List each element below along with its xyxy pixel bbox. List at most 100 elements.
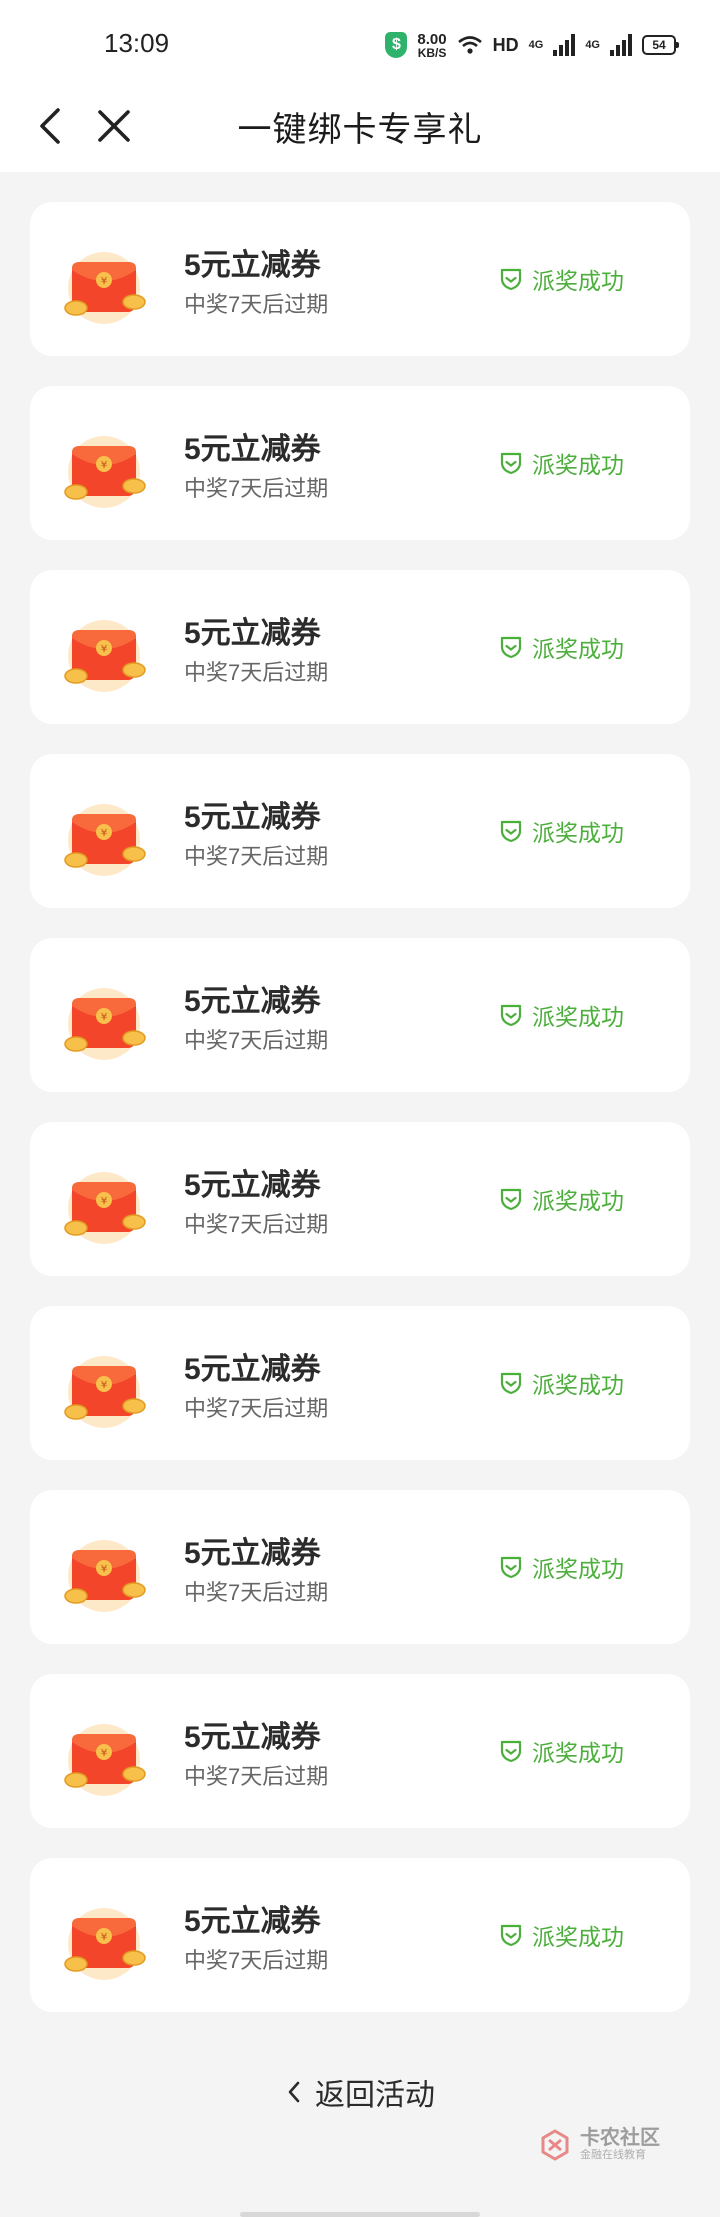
red-envelope-icon: ¥ [64,1724,146,1796]
reward-title: 5元立减券 [184,1169,321,1202]
reward-status: 派奖成功 [498,446,624,480]
status-text: 派奖成功 [532,1740,624,1766]
red-envelope-icon: ¥ [64,988,146,1060]
reward-card[interactable]: ¥ 5元立减券 中奖7天后过期 派奖成功 [30,1490,690,1644]
reward-card[interactable]: ¥ 5元立减券 中奖7天后过期 派奖成功 [30,938,690,1092]
svg-text:¥: ¥ [101,1932,107,1943]
reward-card[interactable]: ¥ 5元立减券 中奖7天后过期 派奖成功 [30,1858,690,2012]
battery-icon: 54 [642,35,679,55]
reward-status: 派奖成功 [498,1182,624,1216]
home-indicator[interactable] [240,2212,480,2217]
watermark-subtitle: 金融在线教育 [580,2149,646,2161]
signal-2-icon [610,34,632,56]
reward-card[interactable]: ¥ 5元立减券 中奖7天后过期 派奖成功 [30,1306,690,1460]
reward-expiry: 中奖7天后过期 [184,1764,329,1789]
status-text: 派奖成功 [532,1924,624,1950]
reward-card[interactable]: ¥ 5元立减券 中奖7天后过期 派奖成功 [30,754,690,908]
reward-expiry: 中奖7天后过期 [184,844,329,869]
reward-status: 派奖成功 [498,630,624,664]
red-envelope-icon: ¥ [64,436,146,508]
success-shield-icon [500,452,522,475]
nav-bar: 一键绑卡专享礼 [0,84,720,172]
red-envelope-icon: ¥ [64,804,146,876]
red-envelope-icon: ¥ [64,1908,146,1980]
status-text: 派奖成功 [532,1004,624,1030]
success-shield-icon [500,1372,522,1395]
watermark-title: 卡农社区 [580,2127,660,2149]
status-text: 派奖成功 [532,452,624,478]
status-time: 13:09 [104,28,170,58]
status-text: 派奖成功 [532,1372,624,1398]
reward-title: 5元立减券 [184,433,321,466]
reward-card[interactable]: ¥ 5元立减券 中奖7天后过期 派奖成功 [30,570,690,724]
signal-2-label: 4G [585,39,600,51]
success-shield-icon [500,268,522,291]
svg-text:¥: ¥ [101,1012,107,1023]
red-envelope-icon: ¥ [64,1540,146,1612]
success-shield-icon [500,820,522,843]
hd-label: HD [492,34,519,55]
status-icons: $ 8.00 KB/S HD 4G 4G 54 [385,30,679,60]
security-shield-icon: $ [385,32,408,58]
reward-title: 5元立减券 [184,249,321,282]
svg-text:¥: ¥ [101,1196,107,1207]
signal-1-label: 4G [528,39,544,51]
signal-1-icon [553,34,576,56]
reward-card[interactable]: ¥ 5元立减券 中奖7天后过期 派奖成功 [30,202,690,356]
reward-title: 5元立减券 [184,1353,321,1386]
svg-text:¥: ¥ [101,460,107,471]
reward-title: 5元立减券 [184,1905,321,1938]
reward-status: 派奖成功 [498,1734,624,1768]
reward-status: 派奖成功 [498,1366,624,1400]
success-shield-icon [500,1188,522,1211]
back-to-activity-link[interactable]: 返回活动 [0,2070,720,2114]
success-shield-icon [500,636,522,659]
reward-status: 派奖成功 [498,998,624,1032]
reward-title: 5元立减券 [184,617,321,650]
svg-text:¥: ¥ [101,1748,107,1759]
reward-title: 5元立减券 [184,1537,321,1570]
reward-expiry: 中奖7天后过期 [184,1948,329,1973]
reward-expiry: 中奖7天后过期 [184,660,329,685]
watermark: 卡农社区 金融在线教育 [538,2128,660,2162]
red-envelope-icon: ¥ [64,1356,146,1428]
reward-status: 派奖成功 [498,1918,624,1952]
reward-title: 5元立减券 [184,801,321,834]
reward-status: 派奖成功 [498,1550,624,1584]
wifi-icon [457,36,482,54]
status-text: 派奖成功 [532,268,624,294]
svg-text:¥: ¥ [101,644,107,655]
reward-expiry: 中奖7天后过期 [184,292,329,317]
success-shield-icon [500,1556,522,1579]
reward-card[interactable]: ¥ 5元立减券 中奖7天后过期 派奖成功 [30,1122,690,1276]
back-to-activity-label: 返回活动 [315,2079,435,2112]
reward-card[interactable]: ¥ 5元立减券 中奖7天后过期 派奖成功 [30,1674,690,1828]
reward-expiry: 中奖7天后过期 [184,476,329,501]
svg-text:¥: ¥ [101,1380,107,1391]
success-shield-icon [500,1740,522,1763]
status-text: 派奖成功 [532,1188,624,1214]
reward-expiry: 中奖7天后过期 [184,1396,329,1421]
svg-text:¥: ¥ [101,828,107,839]
reward-list: ¥ 5元立减券 中奖7天后过期 派奖成功 ¥ 5元立减券 中奖7天后过期 派奖成… [30,202,690,2042]
success-shield-icon [500,1004,522,1027]
status-text: 派奖成功 [532,636,624,662]
red-envelope-icon: ¥ [64,1172,146,1244]
network-speed: 8.00 KB/S [417,30,447,60]
status-text: 派奖成功 [532,820,624,846]
red-envelope-icon: ¥ [64,620,146,692]
page-title: 一键绑卡专享礼 [237,111,483,149]
svg-text:¥: ¥ [101,276,107,287]
reward-expiry: 中奖7天后过期 [184,1580,329,1605]
forum-logo-icon [541,2129,569,2161]
svg-text:¥: ¥ [101,1564,107,1575]
reward-expiry: 中奖7天后过期 [184,1028,329,1053]
reward-status: 派奖成功 [498,814,624,848]
reward-title: 5元立减券 [184,1721,321,1754]
status-text: 派奖成功 [532,1556,624,1582]
red-envelope-icon: ¥ [64,252,146,324]
chevron-left-icon [288,2081,300,2103]
reward-status: 派奖成功 [498,262,624,296]
reward-card[interactable]: ¥ 5元立减券 中奖7天后过期 派奖成功 [30,386,690,540]
success-shield-icon [500,1924,522,1947]
